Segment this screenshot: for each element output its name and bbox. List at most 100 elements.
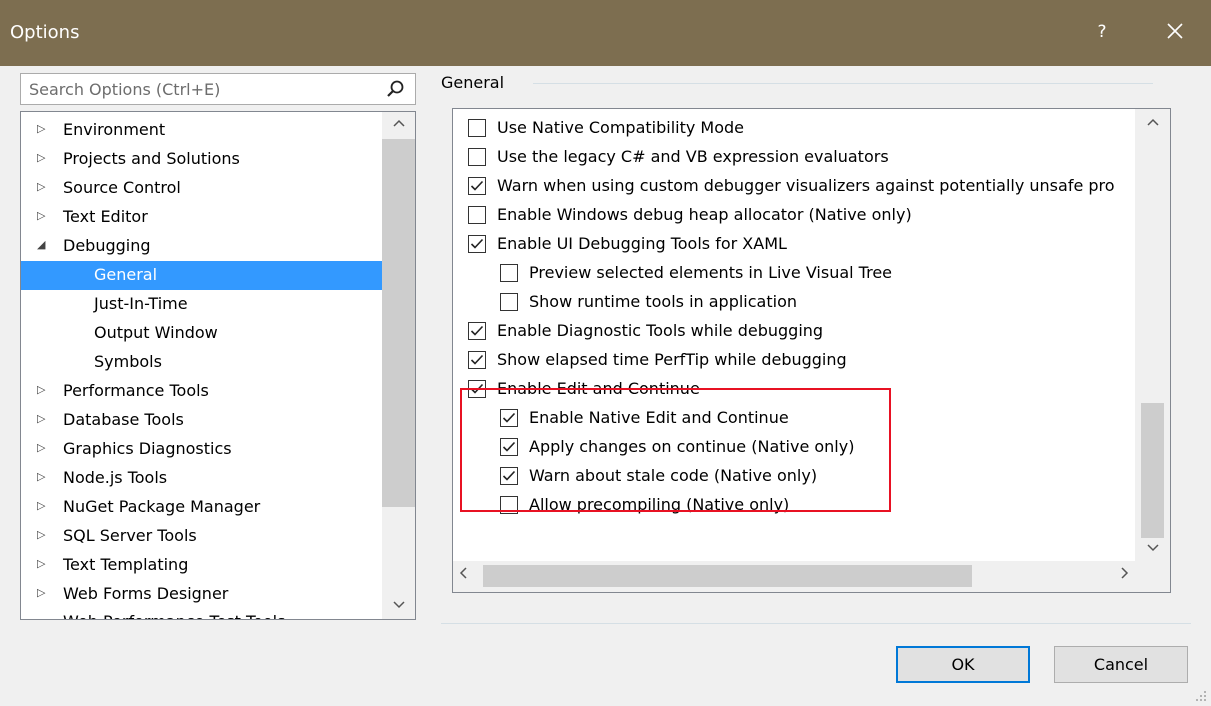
scroll-up-icon[interactable]	[1135, 115, 1170, 129]
expand-icon[interactable]: ▷	[37, 557, 45, 570]
expand-icon[interactable]: ▷	[37, 499, 45, 512]
tree-item-label: Debugging	[63, 236, 151, 255]
option-label: Enable Windows debug heap allocator (Nat…	[497, 205, 912, 224]
tree-item-output-window[interactable]: Output Window	[21, 319, 382, 348]
tree-item-label: NuGet Package Manager	[63, 497, 261, 516]
expand-icon[interactable]: ▷	[37, 412, 45, 425]
checkbox[interactable]	[500, 293, 518, 311]
section-title: General	[441, 73, 505, 92]
tree-item-label: Source Control	[63, 178, 181, 197]
scroll-down-icon[interactable]	[382, 598, 415, 612]
resize-grip-icon[interactable]	[1195, 690, 1207, 702]
scroll-right-icon[interactable]	[1121, 567, 1129, 582]
scroll-up-icon[interactable]	[382, 116, 415, 130]
checkbox-checked[interactable]	[468, 351, 486, 369]
checkbox-checked[interactable]	[500, 438, 518, 456]
options-vertical-scrollbar[interactable]	[1135, 109, 1170, 561]
tree-item-source-control[interactable]: ▷ Source Control	[21, 174, 382, 203]
tree-item-nodejs-tools[interactable]: ▷ Node.js Tools	[21, 464, 382, 493]
search-input[interactable]: Search Options (Ctrl+E)	[20, 73, 416, 105]
options-hscroll-thumb[interactable]	[483, 565, 972, 587]
tree-item-general[interactable]: General	[21, 261, 382, 290]
scroll-down-icon[interactable]	[1135, 541, 1170, 555]
tree-scroll-thumb[interactable]	[382, 139, 415, 507]
tree-item-label: Symbols	[94, 352, 162, 371]
expand-icon[interactable]: ▷	[37, 441, 45, 454]
tree-item-web-forms-designer[interactable]: ▷ Web Forms Designer	[21, 580, 382, 609]
checkbox[interactable]	[468, 119, 486, 137]
options-horizontal-scrollbar[interactable]	[453, 561, 1170, 592]
tree-item-sql-server-tools[interactable]: ▷ SQL Server Tools	[21, 522, 382, 551]
checkmark-icon	[470, 354, 484, 365]
checkmark-icon	[470, 180, 484, 191]
tree-item-label: Web Forms Designer	[63, 584, 229, 603]
tree-item-just-in-time[interactable]: Just-In-Time	[21, 290, 382, 319]
options-tree[interactable]: ▷ Environment ▷ Projects and Solutions ▷…	[20, 111, 416, 620]
collapse-icon[interactable]: ◢	[37, 238, 45, 251]
option-label: Use Native Compatibility Mode	[497, 118, 745, 137]
tree-item-text-editor[interactable]: ▷ Text Editor	[21, 203, 382, 232]
checkbox-checked[interactable]	[468, 322, 486, 340]
tree-item-label: Projects and Solutions	[63, 149, 240, 168]
close-button[interactable]	[1150, 0, 1200, 66]
tree-item-symbols[interactable]: Symbols	[21, 348, 382, 377]
option-label: Enable UI Debugging Tools for XAML	[497, 234, 787, 253]
checkbox[interactable]	[468, 148, 486, 166]
ok-button[interactable]: OK	[896, 646, 1030, 683]
checkmark-icon	[502, 412, 516, 423]
option-label: Enable Edit and Continue	[497, 379, 700, 398]
options-dialog: Options ? Search Options (Ctrl+E) ▷ Envi…	[0, 0, 1211, 706]
checkbox[interactable]	[500, 264, 518, 282]
checkbox-checked[interactable]	[468, 177, 486, 195]
checkbox-checked[interactable]	[468, 235, 486, 253]
tree-item-label: Environment	[63, 120, 166, 139]
tree-item-database-tools[interactable]: ▷ Database Tools	[21, 406, 382, 435]
title-bar: Options ?	[0, 0, 1211, 66]
tree-item-projects-and-solutions[interactable]: ▷ Projects and Solutions	[21, 145, 382, 174]
option-label: Preview selected elements in Live Visual…	[529, 263, 893, 282]
bottom-divider	[441, 623, 1191, 624]
tree-item-web-performance-test-tools[interactable]: Web Performance Test Tools	[63, 612, 285, 619]
checkbox[interactable]	[468, 206, 486, 224]
tree-item-label: Node.js Tools	[63, 468, 168, 487]
options-scroll-thumb[interactable]	[1141, 403, 1164, 538]
expand-icon[interactable]: ▷	[37, 151, 45, 164]
cancel-button[interactable]: Cancel	[1054, 646, 1188, 683]
search-icon[interactable]	[385, 79, 405, 104]
tree-item-text-templating[interactable]: ▷ Text Templating	[21, 551, 382, 580]
checkbox-checked[interactable]	[500, 409, 518, 427]
expand-icon[interactable]: ▷	[37, 122, 45, 135]
expand-icon[interactable]: ▷	[37, 586, 45, 599]
checkmark-icon	[502, 470, 516, 481]
tree-item-performance-tools[interactable]: ▷ Performance Tools	[21, 377, 382, 406]
checkbox-checked[interactable]	[468, 380, 486, 398]
tree-item-graphics-diagnostics[interactable]: ▷ Graphics Diagnostics	[21, 435, 382, 464]
checkbox[interactable]	[500, 496, 518, 514]
tree-item-nuget-package-manager[interactable]: ▷ NuGet Package Manager	[21, 493, 382, 522]
expand-icon[interactable]: ▷	[37, 470, 45, 483]
checkmark-icon	[470, 325, 484, 336]
expand-icon[interactable]: ▷	[37, 180, 45, 193]
close-icon	[1167, 23, 1183, 39]
option-label: Enable Native Edit and Continue	[529, 408, 789, 427]
tree-item-label: Web Performance Test Tools	[63, 612, 285, 619]
section-divider	[533, 83, 1153, 84]
option-label: Allow precompiling (Native only)	[529, 495, 790, 514]
expand-icon[interactable]: ▷	[37, 528, 45, 541]
checkbox-checked[interactable]	[500, 467, 518, 485]
expand-icon[interactable]: ▷	[37, 383, 45, 396]
scroll-left-icon[interactable]	[459, 567, 467, 582]
checkmark-icon	[470, 238, 484, 249]
tree-item-debugging[interactable]: ◢ Debugging	[21, 232, 382, 261]
expand-icon[interactable]: ▷	[37, 209, 45, 222]
tree-vertical-scrollbar[interactable]	[382, 112, 415, 619]
option-label: Warn when using custom debugger visualiz…	[497, 176, 1115, 195]
options-list[interactable]: Use Native Compatibility Mode Use the le…	[452, 108, 1171, 593]
help-button[interactable]: ?	[1082, 0, 1122, 66]
tree-item-label: SQL Server Tools	[63, 526, 197, 545]
option-label: Apply changes on continue (Native only)	[529, 437, 855, 456]
tree-item-environment[interactable]: ▷ Environment	[21, 116, 382, 145]
tree-item-label: Graphics Diagnostics	[63, 439, 232, 458]
search-placeholder: Search Options (Ctrl+E)	[29, 80, 221, 99]
window-title: Options	[10, 22, 80, 43]
